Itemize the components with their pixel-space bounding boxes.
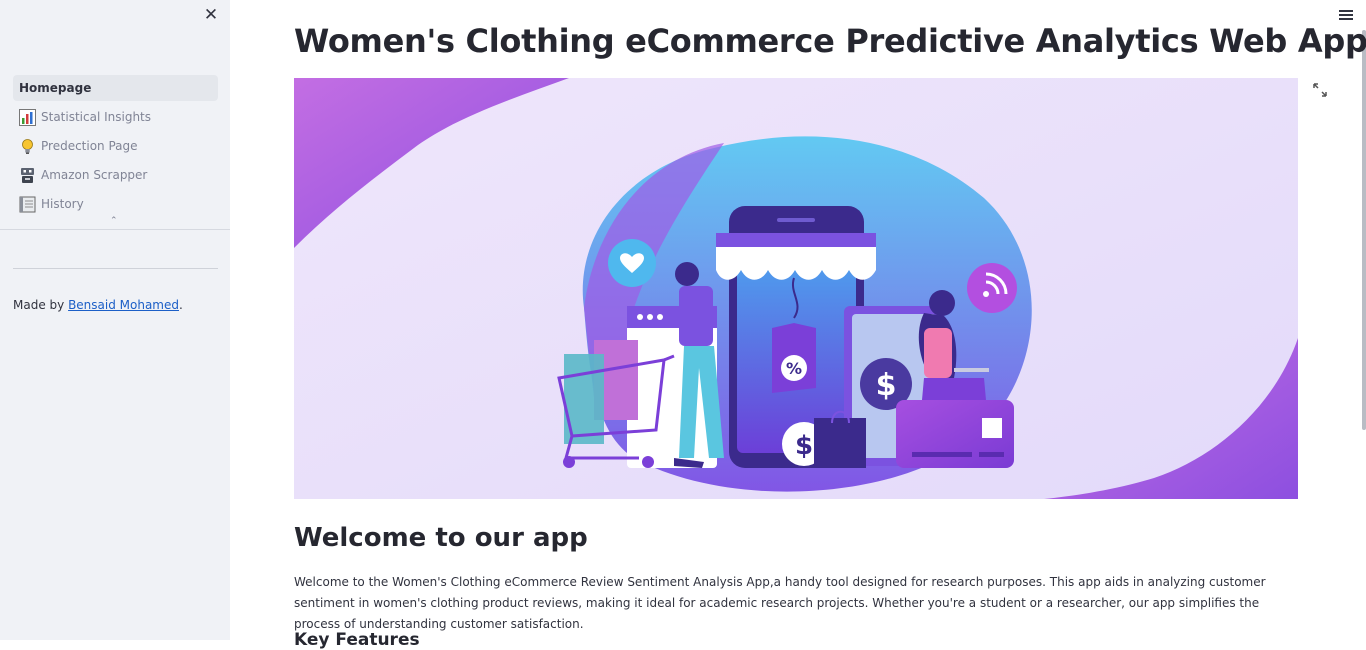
sidebar-item-predection-page[interactable]: Predection Page [13,133,218,159]
hero-image: % $ $ [294,78,1298,499]
ledger-icon [19,196,36,212]
author-link[interactable]: Bensaid Mohamed [68,298,179,312]
made-by-suffix: . [179,298,183,312]
sidebar-item-label: Homepage [19,81,92,95]
key-features-heading: Key Features [294,630,420,650]
lightbulb-icon [22,138,33,154]
sidebar-divider [13,268,218,269]
svg-text:$: $ [876,368,897,403]
made-by-credit: Made by Bensaid Mohamed. [13,298,183,312]
made-by-prefix: Made by [13,298,69,312]
sidebar-item-label: Amazon Scrapper [41,168,148,182]
sidebar: ✕ Homepage Statistical Insights Predecti… [0,0,230,640]
scrollbar[interactable] [1362,30,1366,430]
sidebar-item-homepage[interactable]: Homepage [13,75,218,101]
robot-icon [21,167,34,183]
page-title: Women's Clothing eCommerce Predictive An… [294,22,1366,60]
ecommerce-illustration: % $ $ [294,78,1298,499]
sidebar-item-label: Predection Page [41,139,138,153]
nav-divider [0,229,230,230]
sidebar-item-amazon-scrapper[interactable]: Amazon Scrapper [13,162,218,188]
sidebar-item-statistical-insights[interactable]: Statistical Insights [13,104,218,130]
sidebar-item-label: Statistical Insights [41,110,152,124]
sidebar-item-label: History [41,197,84,211]
svg-text:$: $ [795,431,813,461]
sidebar-item-history[interactable]: History [13,191,218,217]
hamburger-menu-icon[interactable] [1339,8,1353,22]
chevron-up-icon[interactable]: ⌃ [110,216,118,226]
sidebar-nav: Homepage Statistical Insights Predection… [13,75,218,220]
close-sidebar-button[interactable]: ✕ [203,7,219,24]
fullscreen-expand-icon[interactable] [1313,82,1327,97]
bar-chart-icon [19,108,36,126]
svg-text:%: % [786,359,802,378]
welcome-heading: Welcome to our app [294,523,588,553]
intro-paragraph: Welcome to the Women's Clothing eCommerc… [294,575,1266,631]
